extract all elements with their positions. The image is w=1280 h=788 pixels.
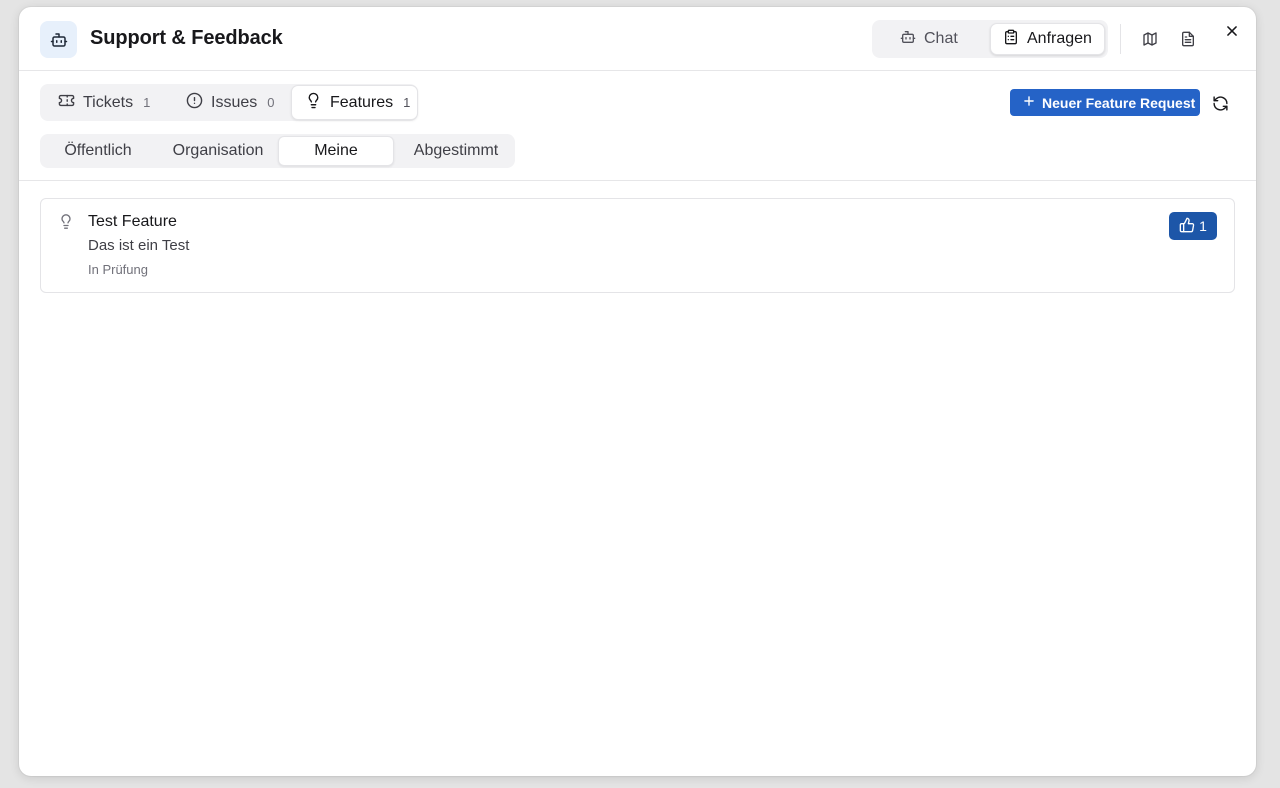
document-icon[interactable] xyxy=(1178,29,1198,49)
mode-chat-label: Chat xyxy=(924,30,958,47)
robot-icon xyxy=(40,21,77,58)
tab-tickets[interactable]: Tickets 1 xyxy=(40,85,168,120)
category-tabs: Tickets 1 Issues 0 Features 1 xyxy=(40,84,418,121)
filter-organisation[interactable]: Organisation xyxy=(168,136,268,166)
feature-title: Test Feature xyxy=(88,213,177,230)
refresh-icon[interactable] xyxy=(1210,93,1230,113)
upvote-count: 1 xyxy=(1199,218,1207,234)
scope-filter-tabs: Öffentlich Organisation Meine Abgestimmt xyxy=(40,134,515,168)
mode-chat-button[interactable]: Chat xyxy=(888,23,970,55)
filter-abgestimmt[interactable]: Abgestimmt xyxy=(404,136,508,166)
mode-anfragen-button[interactable]: Anfragen xyxy=(990,23,1105,55)
new-feature-request-button[interactable]: Neuer Feature Request xyxy=(1010,89,1200,116)
close-icon[interactable] xyxy=(1222,21,1242,41)
backdrop xyxy=(0,130,10,190)
upvote-button[interactable]: 1 xyxy=(1169,212,1217,240)
lightbulb-icon xyxy=(58,213,74,231)
feature-description: Das ist ein Test xyxy=(88,237,190,254)
clipboard-icon xyxy=(1003,29,1019,50)
new-feature-request-label: Neuer Feature Request xyxy=(1042,94,1196,111)
feature-card[interactable]: Test Feature Das ist ein Test In Prüfung… xyxy=(40,198,1235,293)
tab-features[interactable]: Features 1 xyxy=(291,85,418,120)
tab-tickets-label: Tickets xyxy=(83,93,134,111)
filter-oeffentlich[interactable]: Öffentlich xyxy=(48,136,148,166)
tab-issues-label: Issues xyxy=(211,93,258,111)
lightbulb-icon xyxy=(305,92,322,114)
tab-issues-count: 0 xyxy=(267,95,275,110)
dialog-title: Support & Feedback xyxy=(90,27,283,49)
tab-issues[interactable]: Issues 0 xyxy=(168,85,290,120)
robot-icon xyxy=(900,29,916,50)
header-divider xyxy=(1120,24,1121,54)
mode-switch: Chat Anfragen xyxy=(872,20,1108,58)
mode-anfragen-label: Anfragen xyxy=(1027,30,1092,47)
map-icon[interactable] xyxy=(1140,29,1160,49)
thumbs-up-icon xyxy=(1179,217,1195,236)
feature-status: In Prüfung xyxy=(88,262,148,277)
filter-meine[interactable]: Meine xyxy=(278,136,394,166)
support-feedback-dialog: Support & Feedback Chat Anfragen Tickets… xyxy=(19,7,1256,776)
tab-tickets-count: 1 xyxy=(143,95,151,110)
alert-circle-icon xyxy=(186,92,203,114)
plus-icon xyxy=(1022,94,1036,111)
tab-features-count: 1 xyxy=(403,95,411,110)
tab-features-label: Features xyxy=(330,93,394,111)
ticket-icon xyxy=(58,92,75,114)
dialog-header: Support & Feedback Chat Anfragen xyxy=(19,7,1256,71)
content-divider xyxy=(19,180,1256,181)
